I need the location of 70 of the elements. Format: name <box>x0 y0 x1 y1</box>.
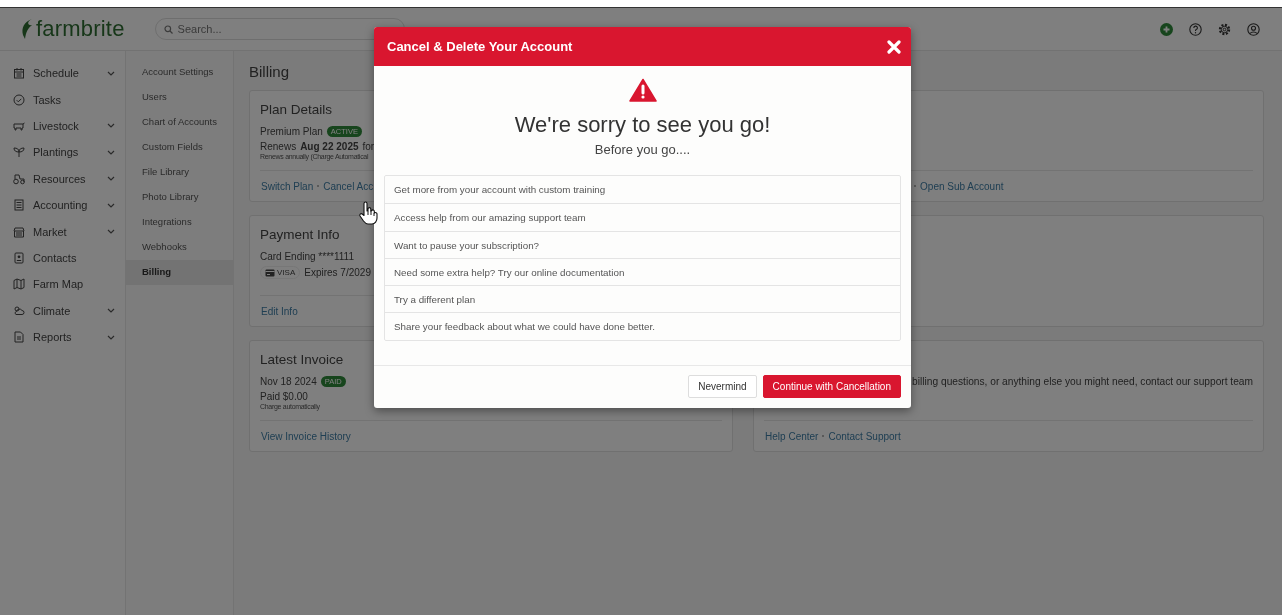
link[interactable]: Edit Info <box>261 305 298 317</box>
link[interactable]: Switch Plan <box>261 180 314 192</box>
cancel-button[interactable]: Nevermind <box>688 374 757 398</box>
card-title: Plan Details <box>260 102 334 117</box>
check-circle-icon <box>13 93 25 106</box>
map-icon <box>13 278 25 291</box>
settings-menu-item[interactable]: Photo Library <box>126 185 233 210</box>
settings-icon[interactable] <box>1218 22 1231 36</box>
settings-menu-item[interactable]: Chart of Accounts <box>126 110 233 135</box>
link[interactable]: Cancel Acc <box>323 180 374 192</box>
settings-menu-item[interactable]: Users <box>126 85 233 110</box>
option-item[interactable]: Need some extra help? Try our online documentation <box>385 257 900 286</box>
sprout-icon <box>13 146 25 159</box>
dialog-heading: We're sorry to see you go! <box>514 112 771 138</box>
sidebar-item[interactable]: Tasks <box>0 86 125 113</box>
dialog-subheading: Before you go.... <box>594 142 691 157</box>
settings-menu-item[interactable]: Billing <box>126 260 233 285</box>
option-item[interactable]: Try a different plan <box>385 285 900 313</box>
close-icon[interactable] <box>887 39 901 54</box>
dialog-title: Cancel & Delete Your Account <box>387 39 573 54</box>
credit-card-icon <box>265 268 275 277</box>
option-item[interactable]: Share your feedback about what we could have done better. <box>385 312 900 340</box>
settings-menu-item[interactable]: Account Settings <box>126 60 233 85</box>
settings-menu-item[interactable]: Integrations <box>126 210 233 235</box>
expiry-date: Expires 7/2029 <box>304 267 371 278</box>
warning-icon <box>628 78 657 102</box>
link[interactable]: View Invoice History <box>261 430 351 442</box>
user-icon[interactable] <box>1247 22 1260 36</box>
settings-menu-item[interactable]: Custom Fields <box>126 135 233 160</box>
tractor-icon <box>13 172 25 185</box>
calendar-icon <box>13 67 25 80</box>
invoice-amount: Paid $0.00 <box>260 391 308 402</box>
link[interactable]: Open Sub Account <box>920 180 1004 192</box>
sidebar-item[interactable]: Climate <box>0 297 125 324</box>
sidebar-item[interactable]: Contacts <box>0 244 125 272</box>
settings-menu-item[interactable]: Webhooks <box>126 235 233 260</box>
sidebar-item[interactable]: Accounting <box>0 191 125 219</box>
renewal-text: Renews Aug 22 2025 for <box>260 141 375 152</box>
contact-card-icon <box>13 251 25 264</box>
support-text: billing questions, or anything else you might need, contact our support team <box>912 376 1253 387</box>
sidebar-item[interactable]: Farm Map <box>0 271 125 298</box>
help-icon[interactable] <box>1189 22 1202 36</box>
calculator-icon <box>13 199 25 212</box>
document-icon <box>13 331 25 344</box>
leaf-icon <box>20 18 34 40</box>
sidebar-item[interactable]: Reports <box>0 323 125 351</box>
cloud-sun-icon <box>13 304 25 317</box>
logo-text: farmbrite <box>36 16 125 42</box>
page-title: Billing <box>249 63 291 80</box>
plan-name: Premium Plan <box>260 126 323 137</box>
card-number: Card Ending ****1111 <box>260 251 354 262</box>
continue-button[interactable]: Continue with Cancellation <box>762 374 901 398</box>
card-title: Latest Invoice <box>260 352 345 367</box>
add-icon[interactable] <box>1160 22 1173 36</box>
sidebar-item[interactable]: Livestock <box>0 112 125 140</box>
sidebar-item[interactable]: Market <box>0 218 125 245</box>
option-item[interactable]: Access help from our amazing support team <box>385 203 900 231</box>
settings-menu-item[interactable]: File Library <box>126 160 233 185</box>
sidebar-item[interactable]: Resources <box>0 165 125 192</box>
sidebar-item[interactable]: Schedule <box>0 60 125 87</box>
option-item[interactable]: Want to pause your subscription? <box>385 230 900 258</box>
invoice-date: Nov 18 2024 <box>260 376 317 387</box>
search-icon <box>163 25 173 34</box>
search-field[interactable]: Search... <box>154 18 405 40</box>
link[interactable]: Help Center <box>765 430 819 442</box>
card-title: Payment Info <box>260 227 341 242</box>
link[interactable]: Contact Support <box>828 430 901 442</box>
store-icon <box>13 225 25 238</box>
option-item[interactable]: Get more from your account with custom training <box>385 176 900 204</box>
sidebar-item[interactable]: Plantings <box>0 139 125 166</box>
